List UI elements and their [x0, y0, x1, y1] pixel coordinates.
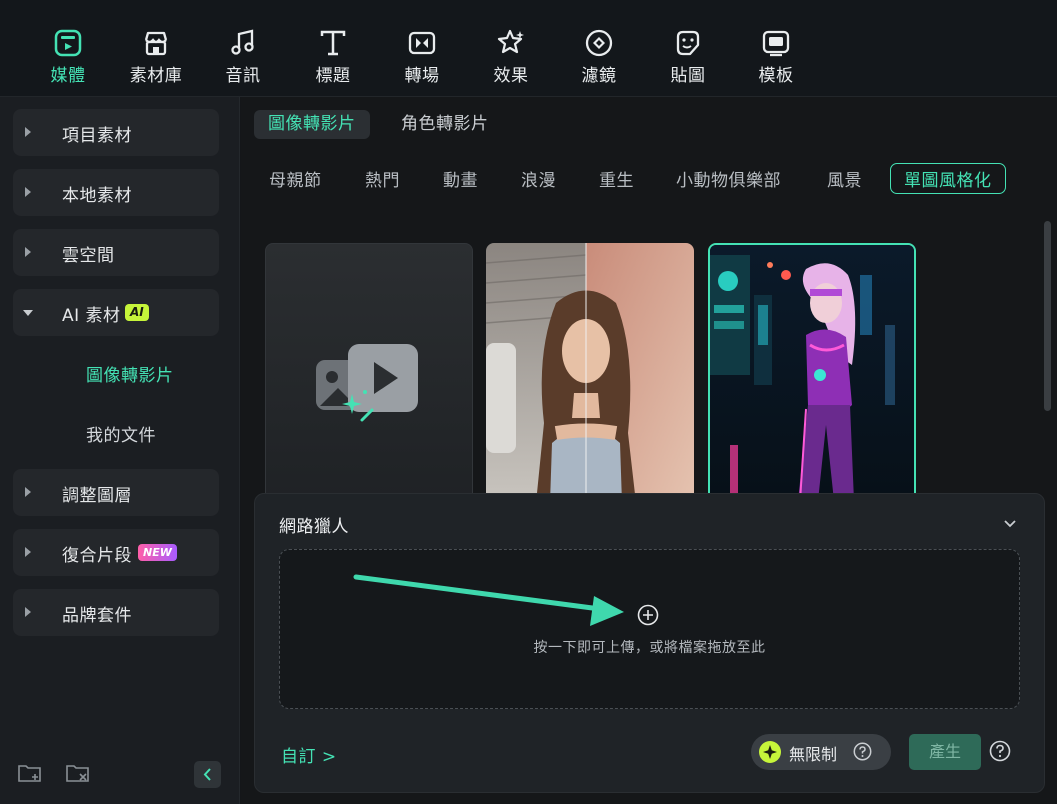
- add-circle-icon[interactable]: [637, 604, 659, 626]
- chevron-right-icon: [25, 247, 31, 257]
- chevron-right-icon: [25, 607, 31, 617]
- toolbar-stickers[interactable]: 貼圖: [653, 28, 723, 88]
- toolbar-label: 音訊: [225, 66, 261, 86]
- sidebar-item-cloud[interactable]: 雲空間: [13, 229, 219, 276]
- sidebar-item-project-media[interactable]: 項目素材: [13, 109, 219, 156]
- collapse-sidebar-button[interactable]: [194, 761, 221, 788]
- template-card-portrait-split[interactable]: [486, 243, 694, 503]
- music-note-icon: [231, 29, 254, 55]
- sidebar-item-local-media[interactable]: 本地素材: [13, 169, 219, 216]
- tab-character-to-video[interactable]: 角色轉影片: [387, 110, 503, 139]
- new-folder-icon[interactable]: [17, 762, 43, 784]
- chevron-left-icon: [203, 768, 211, 781]
- category-rebirth[interactable]: 重生: [599, 166, 634, 191]
- sidebar-item-compound-clip[interactable]: 復合片段 NEW: [13, 529, 219, 576]
- chevron-down-icon[interactable]: [1002, 516, 1018, 532]
- upload-dropzone[interactable]: 按一下即可上傳，或將檔案拖放至此: [279, 549, 1020, 709]
- style-panel: 網路獵人 按一下即可上傳，或將檔案拖放至此 自訂 > 無限制 產生: [254, 493, 1045, 793]
- template-card-cyberpunk[interactable]: [708, 243, 916, 503]
- sidebar: 項目素材 本地素材 雲空間 AI 素材 AI 圖像轉影片 我的文件 調整圖層 復…: [0, 97, 240, 804]
- category-popular[interactable]: 熱門: [365, 166, 400, 191]
- new-badge: NEW: [138, 544, 177, 561]
- delete-folder-icon[interactable]: [65, 762, 91, 784]
- sidebar-item-label: 調整圖層: [62, 486, 132, 506]
- custom-link[interactable]: 自訂 >: [281, 742, 337, 767]
- toolbar-label: 貼圖: [670, 66, 706, 86]
- top-toolbar: 媒體 素材庫 音訊 標題 轉場 效果 濾鏡 貼圖 模板: [0, 0, 1057, 97]
- sidebar-item-label: 項目素材: [62, 126, 132, 146]
- sidebar-item-label: 品牌套件: [62, 606, 132, 626]
- category-romance[interactable]: 浪漫: [521, 166, 556, 191]
- toolbar-titles[interactable]: 標題: [298, 28, 368, 88]
- arrow-annotation: [353, 574, 624, 626]
- sidebar-item-brand-kit[interactable]: 品牌套件: [13, 589, 219, 636]
- text-t-icon: [320, 30, 346, 56]
- unlimited-label: 無限制: [789, 745, 838, 764]
- sidebar-item-ai-media[interactable]: AI 素材 AI: [13, 289, 219, 336]
- chevron-right-icon: [25, 127, 31, 137]
- portrait-thumbnail: [486, 243, 694, 503]
- sidebar-item-label: 復合片段: [62, 546, 132, 566]
- toolbar-media[interactable]: 媒體: [33, 28, 103, 88]
- toolbar-label: 媒體: [50, 66, 86, 86]
- store-icon: [144, 31, 168, 56]
- sidebar-sub-image-to-video[interactable]: 圖像轉影片: [86, 361, 174, 386]
- toolbar-label: 模板: [758, 66, 794, 86]
- chevron-right-icon: [25, 547, 31, 557]
- sparkle-icon: [759, 741, 781, 763]
- category-pet-club[interactable]: 小動物俱樂部: [676, 166, 781, 191]
- toolbar-label: 素材庫: [129, 66, 183, 86]
- category-scenery[interactable]: 風景: [827, 166, 862, 191]
- ai-badge: AI: [125, 304, 149, 321]
- help-icon[interactable]: [853, 742, 872, 761]
- panel-title: 網路獵人: [279, 517, 349, 537]
- sidebar-item-label: 雲空間: [62, 246, 115, 266]
- transition-icon: [408, 31, 436, 55]
- sidebar-item-adjustment-layer[interactable]: 調整圖層: [13, 469, 219, 516]
- template-icon: [762, 30, 790, 57]
- category-animation[interactable]: 動畫: [443, 166, 478, 191]
- sticker-icon: [676, 30, 700, 56]
- toolbar-label: 轉場: [404, 66, 440, 86]
- filter-icon: [585, 29, 613, 57]
- chevron-right-icon: [25, 187, 31, 197]
- toolbar-label: 效果: [493, 66, 529, 86]
- toolbar-effects[interactable]: 效果: [476, 28, 546, 88]
- cyberpunk-thumbnail: [710, 245, 914, 501]
- toolbar-transitions[interactable]: 轉場: [387, 28, 457, 88]
- effects-star-icon: [497, 29, 524, 54]
- toolbar-label: 標題: [315, 66, 351, 86]
- media-icon: [54, 29, 82, 57]
- toolbar-store[interactable]: 素材庫: [121, 28, 191, 88]
- sidebar-item-label: AI 素材: [62, 306, 121, 326]
- toolbar-filters[interactable]: 濾鏡: [564, 28, 634, 88]
- chevron-down-icon: [23, 310, 33, 316]
- category-mothers-day[interactable]: 母親節: [269, 166, 322, 191]
- toolbar-audio[interactable]: 音訊: [208, 28, 278, 88]
- tab-image-to-video[interactable]: 圖像轉影片: [254, 110, 370, 139]
- generate-button[interactable]: 產生: [909, 734, 981, 770]
- toolbar-label: 濾鏡: [581, 66, 617, 86]
- unlimited-credits-pill[interactable]: 無限制: [751, 734, 891, 770]
- chevron-right-icon: [25, 487, 31, 497]
- toolbar-templates[interactable]: 模板: [741, 28, 811, 88]
- template-card-placeholder[interactable]: [265, 243, 473, 503]
- sidebar-sub-my-files[interactable]: 我的文件: [86, 421, 156, 446]
- help-icon[interactable]: [989, 740, 1011, 762]
- category-single-image-stylize[interactable]: 單圖風格化: [890, 163, 1006, 194]
- vertical-scrollbar[interactable]: [1044, 221, 1051, 411]
- sidebar-item-label: 本地素材: [62, 186, 132, 206]
- image-to-video-icon: [316, 344, 418, 422]
- dropzone-hint: 按一下即可上傳，或將檔案拖放至此: [533, 640, 766, 656]
